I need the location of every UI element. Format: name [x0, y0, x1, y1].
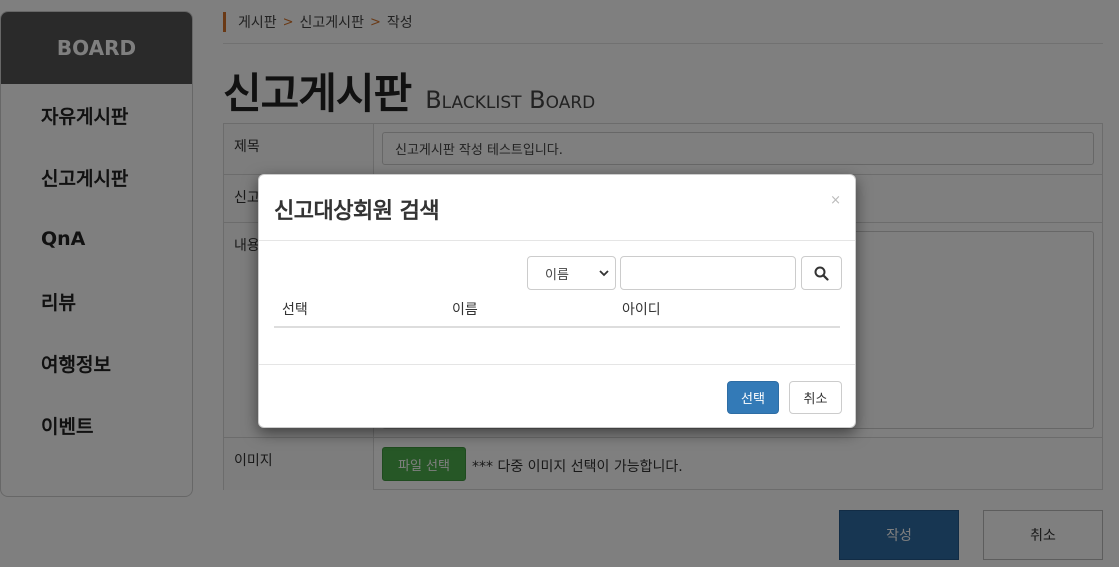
modal-footer: 선택 취소: [259, 364, 855, 427]
search-icon: [814, 266, 829, 281]
close-icon[interactable]: ×: [830, 193, 841, 208]
result-table-header: 선택 이름 아이디: [274, 298, 840, 328]
search-type-select[interactable]: 이름: [527, 256, 616, 290]
column-header-select: 선택: [282, 302, 308, 318]
modal-header: 신고대상회원 검색 ×: [259, 175, 855, 241]
search-button[interactable]: [801, 256, 842, 290]
modal-title: 신고대상회원 검색: [274, 199, 440, 224]
search-input[interactable]: [620, 256, 796, 290]
modal-select-button[interactable]: 선택: [727, 381, 779, 414]
modal-cancel-button[interactable]: 취소: [789, 381, 842, 414]
column-header-id: 아이디: [622, 302, 661, 318]
chevron-down-icon: [599, 270, 609, 277]
column-header-name: 이름: [452, 302, 478, 318]
search-type-value: 이름: [545, 267, 569, 283]
member-search-modal: 신고대상회원 검색 × 이름 선택 이름 아이디 선택 취소: [258, 174, 856, 428]
